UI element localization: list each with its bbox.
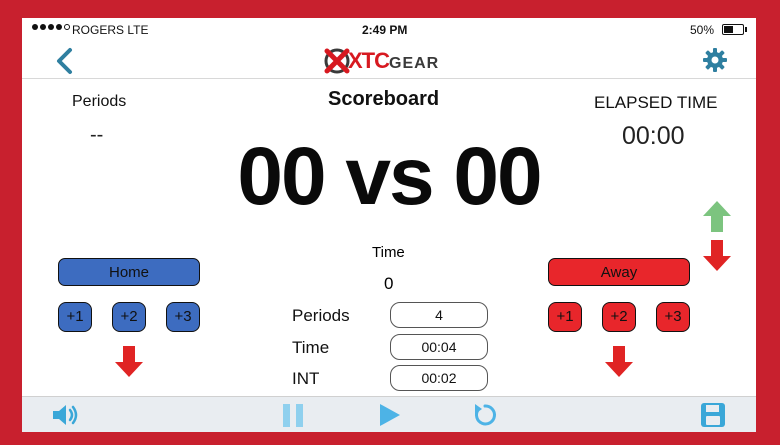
pause-icon[interactable] (278, 401, 308, 429)
app-screen: ROGERS LTE 2:49 PM 50% XTCGEAR Periods -… (22, 18, 756, 432)
carrier-label: ROGERS LTE (72, 23, 149, 37)
refresh-icon[interactable] (470, 401, 500, 429)
time-value: 0 (384, 274, 394, 293)
home-arrow-down-icon[interactable] (114, 344, 144, 378)
periods-setting-label: Periods (292, 306, 350, 325)
status-time: 2:49 PM (362, 23, 408, 37)
page-title: Scoreboard (328, 88, 440, 110)
time-setting-label: Time (292, 338, 330, 357)
home-button[interactable]: Home (58, 258, 200, 286)
gear-icon[interactable] (702, 47, 728, 73)
away-arrow-down-icon[interactable] (604, 344, 634, 378)
time-field[interactable]: 00:04 (390, 334, 488, 360)
signal-strength-icon (32, 24, 70, 30)
home-plus-3-button[interactable]: +3 (166, 302, 200, 332)
int-field[interactable]: 00:02 (390, 365, 488, 391)
elapsed-time-label: ELAPSED TIME (594, 93, 718, 112)
bottom-toolbar (22, 396, 756, 432)
chevron-left-icon[interactable] (52, 46, 78, 76)
floppy-disk-icon[interactable] (698, 401, 728, 429)
int-setting-label: INT (292, 369, 320, 388)
arrow-up-icon[interactable] (702, 200, 732, 234)
home-plus-1-button[interactable]: +1 (58, 302, 92, 332)
battery-percent: 50% (690, 23, 715, 37)
away-plus-1-button[interactable]: +1 (548, 302, 582, 332)
periods-field[interactable]: 4 (390, 302, 488, 328)
time-label: Time (372, 244, 405, 261)
home-plus-2-button[interactable]: +2 (112, 302, 146, 332)
brand-logo: XTCGEAR (322, 44, 439, 78)
away-plus-2-button[interactable]: +2 (602, 302, 636, 332)
arrow-down-icon[interactable] (702, 238, 732, 272)
away-plus-3-button[interactable]: +3 (656, 302, 690, 332)
score-display: 00 vs 00 (237, 131, 542, 222)
speaker-icon[interactable] (50, 401, 80, 429)
periods-label: Periods (72, 93, 127, 110)
nav-bar: XTCGEAR (22, 42, 756, 79)
away-button[interactable]: Away (548, 258, 690, 286)
play-icon[interactable] (374, 401, 404, 429)
status-bar: ROGERS LTE 2:49 PM 50% (22, 18, 756, 42)
battery-icon (722, 24, 747, 35)
logo-text: XTCGEAR (348, 48, 440, 73)
